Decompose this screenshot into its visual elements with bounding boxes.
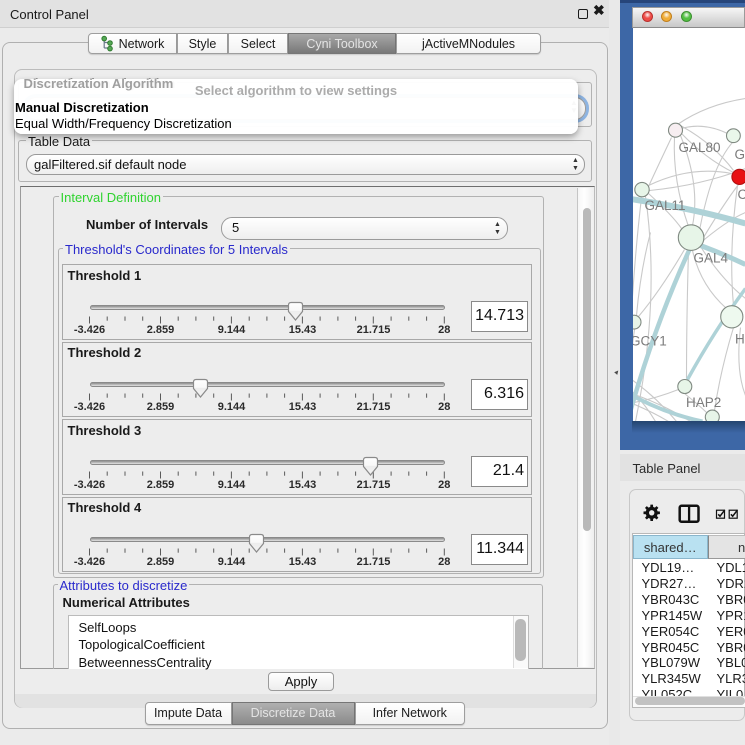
svg-text:HAP2: HAP2 — [686, 395, 721, 410]
svg-text:GAL80: GAL80 — [678, 140, 720, 155]
svg-text:C: C — [737, 187, 745, 202]
svg-text:GCY1: GCY1 — [633, 333, 667, 348]
svg-text:GA: GA — [734, 147, 745, 162]
svg-text:H: H — [735, 331, 745, 346]
svg-text:GAL11: GAL11 — [644, 198, 685, 213]
svg-text:GAL4: GAL4 — [693, 250, 728, 265]
